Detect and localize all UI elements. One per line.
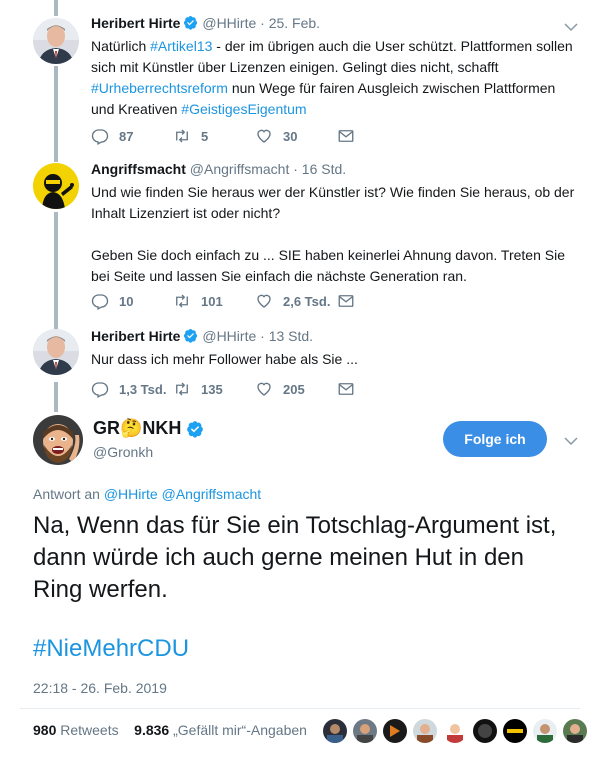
divider xyxy=(20,708,580,709)
reply-mention-link[interactable]: @HHirte xyxy=(104,486,158,502)
liker-avatar[interactable] xyxy=(473,719,497,743)
tweet-actions: 87 5 30 xyxy=(91,126,419,146)
retweet-button[interactable]: 135 xyxy=(173,380,255,398)
retweet-button[interactable]: 101 xyxy=(173,292,255,310)
reply-icon xyxy=(91,129,109,145)
main-tweet-text: Na, Wenn das für Sie ein Totschlag-Argum… xyxy=(33,512,557,603)
reply-button[interactable]: 1,3 Tsd. xyxy=(91,380,173,398)
tweet-actions: 10 101 2,6 Tsd. xyxy=(91,291,419,311)
tweet-header: Heribert Hirte @HHirte · 25. Feb. xyxy=(91,14,580,33)
hashtag-link[interactable]: #Urheberrechtsreform xyxy=(91,80,228,96)
tweet-3[interactable]: Heribert Hirte @HHirte · 13 Std. Nur das… xyxy=(0,327,600,387)
tweet-2[interactable]: Angriffsmacht @Angriffsmacht · 16 Std. U… xyxy=(0,160,600,300)
separator-dot: · xyxy=(260,15,265,31)
main-author-handle[interactable]: @Gronkh xyxy=(93,444,153,460)
message-icon xyxy=(338,383,354,395)
message-button[interactable] xyxy=(337,127,419,145)
liker-avatar[interactable] xyxy=(563,719,587,743)
avatar[interactable] xyxy=(33,163,79,209)
hashtag-link[interactable]: #NieMehrCDU xyxy=(33,635,189,663)
retweet-button[interactable]: 5 xyxy=(173,127,255,145)
message-button[interactable] xyxy=(337,292,419,310)
avatar[interactable] xyxy=(33,18,79,64)
follow-button[interactable]: Folge ich xyxy=(443,421,547,457)
reply-mention-link[interactable]: @Angriffsmacht xyxy=(162,486,262,502)
reply-button[interactable]: 10 xyxy=(91,292,173,310)
liker-avatar[interactable] xyxy=(383,719,407,743)
tweet-timestamp[interactable]: 22:18 - 26. Feb. 2019 xyxy=(33,680,167,696)
retweet-icon xyxy=(176,382,188,396)
tweet-text: Nur dass ich mehr Follower habe als Sie … xyxy=(91,351,358,367)
message-icon xyxy=(338,130,354,142)
tweet-time[interactable]: 16 Std. xyxy=(302,161,346,177)
main-avatar[interactable] xyxy=(33,415,83,465)
hashtag-link[interactable]: #GeistigesEigentum xyxy=(181,101,306,117)
tweet-time[interactable]: 13 Std. xyxy=(269,328,313,344)
author-handle[interactable]: @Angriffsmacht xyxy=(190,161,290,177)
avatar[interactable] xyxy=(33,329,79,375)
tweet-text: Natürlich #Artikel13 - der im übrigen au… xyxy=(91,38,573,117)
liker-avatar[interactable] xyxy=(413,719,437,743)
tweet-header: Angriffsmacht @Angriffsmacht · 16 Std. xyxy=(91,160,580,179)
liker-avatars xyxy=(323,719,593,743)
verified-badge-icon xyxy=(187,420,204,438)
tweet-time[interactable]: 25. Feb. xyxy=(269,15,320,31)
reply-button[interactable]: 87 xyxy=(91,127,173,145)
like-button[interactable]: 205 xyxy=(255,380,337,398)
separator-dot: · xyxy=(293,161,298,177)
author-handle[interactable]: @HHirte xyxy=(202,15,256,31)
author-name[interactable]: Heribert Hirte xyxy=(91,328,180,344)
reply-context: Antwort an @HHirte @Angriffsmacht xyxy=(33,486,262,502)
like-button[interactable]: 2,6 Tsd. xyxy=(255,292,337,310)
retweet-icon xyxy=(176,294,188,308)
liker-avatar[interactable] xyxy=(353,719,377,743)
retweet-icon xyxy=(176,129,188,143)
like-button[interactable]: 30 xyxy=(255,127,337,145)
chevron-down-icon[interactable] xyxy=(564,22,578,32)
tweet-text: Und wie finden Sie heraus wer der Künstl… xyxy=(91,184,575,284)
like-icon xyxy=(257,382,271,396)
liker-avatar[interactable] xyxy=(533,719,557,743)
reply-icon xyxy=(91,294,109,310)
engagement-stats: 980 Retweets 9.836 „Gefällt mir“-Angaben xyxy=(33,722,307,738)
separator-dot: · xyxy=(260,328,265,344)
verified-badge-icon xyxy=(184,328,198,343)
like-icon xyxy=(257,129,271,143)
message-button[interactable] xyxy=(337,380,419,398)
message-icon xyxy=(338,295,354,307)
tweet-actions: 1,3 Tsd. 135 205 xyxy=(91,379,419,399)
liker-avatar[interactable] xyxy=(503,719,527,743)
liker-avatar[interactable] xyxy=(443,719,467,743)
thinking-emoji: 🤔 xyxy=(120,418,143,439)
author-name[interactable]: Heribert Hirte xyxy=(91,15,180,31)
like-count-link[interactable]: 9.836 „Gefällt mir“-Angaben xyxy=(134,722,307,738)
chevron-down-icon[interactable] xyxy=(564,436,578,446)
liker-avatar[interactable] xyxy=(323,719,347,743)
reply-icon xyxy=(91,382,109,398)
main-author-name[interactable]: GR 🤔 NKH xyxy=(93,418,204,439)
author-name[interactable]: Angriffsmacht xyxy=(91,161,186,177)
tweet-header: Heribert Hirte @HHirte · 13 Std. xyxy=(91,327,580,346)
retweet-count-link[interactable]: 980 Retweets xyxy=(33,722,119,738)
hashtag-link[interactable]: #Artikel13 xyxy=(150,38,212,54)
like-icon xyxy=(257,294,271,308)
verified-badge-icon xyxy=(184,15,198,30)
author-handle[interactable]: @HHirte xyxy=(202,328,256,344)
